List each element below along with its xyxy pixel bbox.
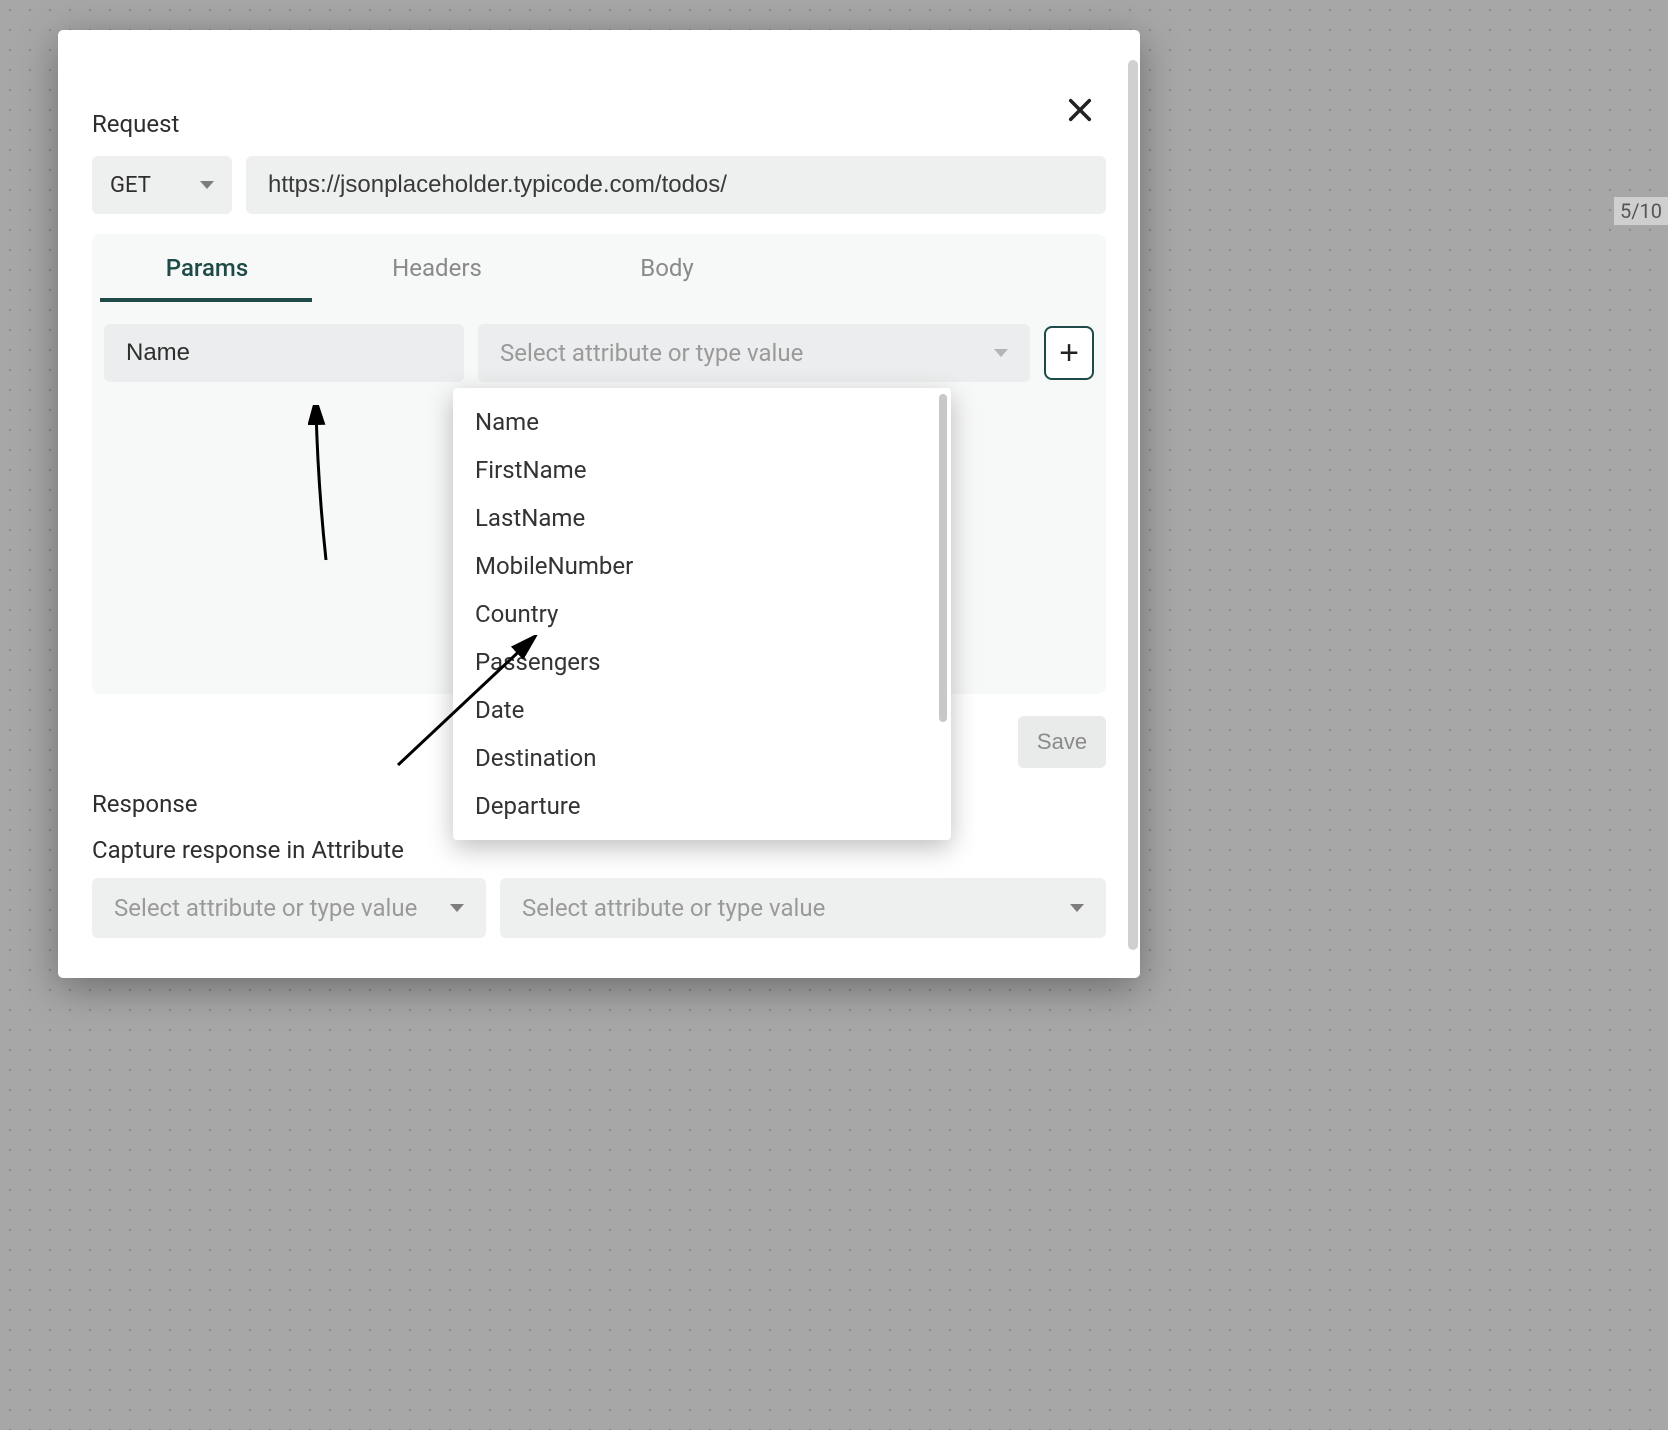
dropdown-item-firstname[interactable]: FirstName xyxy=(453,446,951,494)
chevron-down-icon xyxy=(994,349,1008,357)
dropdown-scrollbar[interactable] xyxy=(939,394,947,722)
request-row: GET xyxy=(92,156,1106,214)
param-attribute-select[interactable]: Select attribute or type value xyxy=(478,324,1030,382)
tab-headers[interactable]: Headers xyxy=(322,236,552,300)
dropdown-item-departure[interactable]: Departure xyxy=(453,782,951,830)
dropdown-item-date[interactable]: Date xyxy=(453,686,951,734)
modal-scrollbar[interactable] xyxy=(1126,30,1140,978)
http-method-select[interactable]: GET xyxy=(92,156,232,214)
param-row: Select attribute or type value + xyxy=(92,302,1106,382)
dropdown-item-mobilenumber[interactable]: MobileNumber xyxy=(453,542,951,590)
tab-body[interactable]: Body xyxy=(552,236,782,300)
capture-label: Capture response in Attribute xyxy=(92,836,1106,864)
http-method-value: GET xyxy=(110,173,151,198)
dropdown-item-name[interactable]: Name xyxy=(453,398,951,446)
dropdown-item-lastname[interactable]: LastName xyxy=(453,494,951,542)
dropdown-item-destination[interactable]: Destination xyxy=(453,734,951,782)
tabs-row: Params Headers Body xyxy=(92,234,1106,302)
close-button[interactable] xyxy=(1060,90,1100,130)
chevron-down-icon xyxy=(450,904,464,912)
capture-placeholder-2: Select attribute or type value xyxy=(522,894,825,922)
request-modal: Request GET Params Headers Body Select a… xyxy=(58,30,1140,978)
attribute-dropdown[interactable]: Name FirstName LastName MobileNumber Cou… xyxy=(453,388,951,840)
param-attribute-placeholder: Select attribute or type value xyxy=(500,339,803,367)
modal-scroll-thumb[interactable] xyxy=(1128,60,1138,950)
request-label: Request xyxy=(92,110,1106,138)
capture-attribute-select-1[interactable]: Select attribute or type value xyxy=(92,878,486,938)
add-param-button[interactable]: + xyxy=(1044,326,1094,380)
tab-params[interactable]: Params xyxy=(92,236,322,300)
capture-row: Select attribute or type value Select at… xyxy=(92,878,1106,938)
param-name-input[interactable] xyxy=(104,324,464,382)
dropdown-item-passengers[interactable]: Passengers xyxy=(453,638,951,686)
chevron-down-icon xyxy=(200,181,214,189)
chevron-down-icon xyxy=(1070,904,1084,912)
capture-attribute-select-2[interactable]: Select attribute or type value xyxy=(500,878,1106,938)
capture-placeholder-1: Select attribute or type value xyxy=(114,894,417,922)
dropdown-item-country[interactable]: Country xyxy=(453,590,951,638)
background-tag: 5/10 xyxy=(1614,197,1668,225)
url-input[interactable] xyxy=(246,156,1106,214)
close-icon xyxy=(1066,96,1094,124)
save-button[interactable]: Save xyxy=(1018,716,1106,768)
